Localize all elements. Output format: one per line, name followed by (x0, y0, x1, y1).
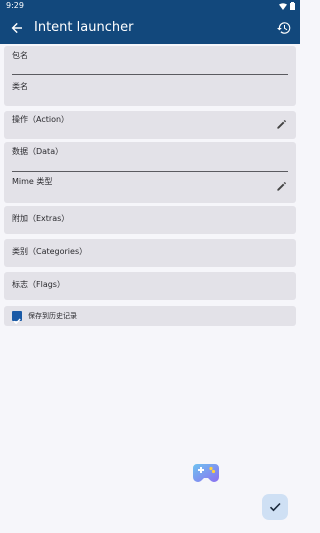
categories-field-label: 类别（Categories） (12, 247, 88, 256)
arrow-back-icon[interactable] (9, 20, 25, 36)
categories-field[interactable]: 类别（Categories） (4, 239, 296, 267)
package-field-label: 包名 (12, 51, 28, 60)
status-icons (279, 2, 295, 10)
save-history-checkbox[interactable] (12, 311, 22, 325)
action-pencil-icon[interactable] (276, 119, 287, 130)
data-field-label: 数据（Data） (12, 147, 64, 156)
confirm-button[interactable] (262, 494, 288, 520)
save-history-label: 保存到历史记录 (28, 312, 77, 320)
page-title: Intent launcher (34, 20, 134, 35)
action-field[interactable]: 操作（Action） (4, 111, 296, 139)
package-class-card: 包名 类名 (4, 46, 296, 106)
flags-field-label: 标志（Flags） (12, 280, 65, 289)
checkmark-icon (13, 318, 21, 325)
data-mime-card: 数据（Data） Mime 类型 (4, 142, 296, 203)
package-input[interactable] (12, 74, 288, 75)
extras-field[interactable]: 附加（Extras） (4, 206, 296, 234)
app-bar: Intent launcher (0, 12, 300, 44)
extras-field-label: 附加（Extras） (12, 214, 70, 223)
mime-pencil-icon[interactable] (276, 181, 287, 192)
action-field-label: 操作（Action） (12, 115, 70, 124)
status-time: 9:29 (6, 1, 24, 10)
flags-field[interactable]: 标志（Flags） (4, 272, 296, 300)
battery-icon (290, 2, 295, 10)
gamepad-icon[interactable] (192, 462, 220, 484)
data-input[interactable] (12, 171, 288, 172)
status-bar: 9:29 (0, 0, 300, 12)
check-icon (269, 502, 281, 512)
history-icon[interactable] (276, 20, 292, 36)
mime-field-label: Mime 类型 (12, 177, 53, 186)
class-field-label: 类名 (12, 82, 28, 91)
save-history-row[interactable]: 保存到历史记录 (4, 306, 296, 326)
wifi-icon (279, 2, 287, 10)
